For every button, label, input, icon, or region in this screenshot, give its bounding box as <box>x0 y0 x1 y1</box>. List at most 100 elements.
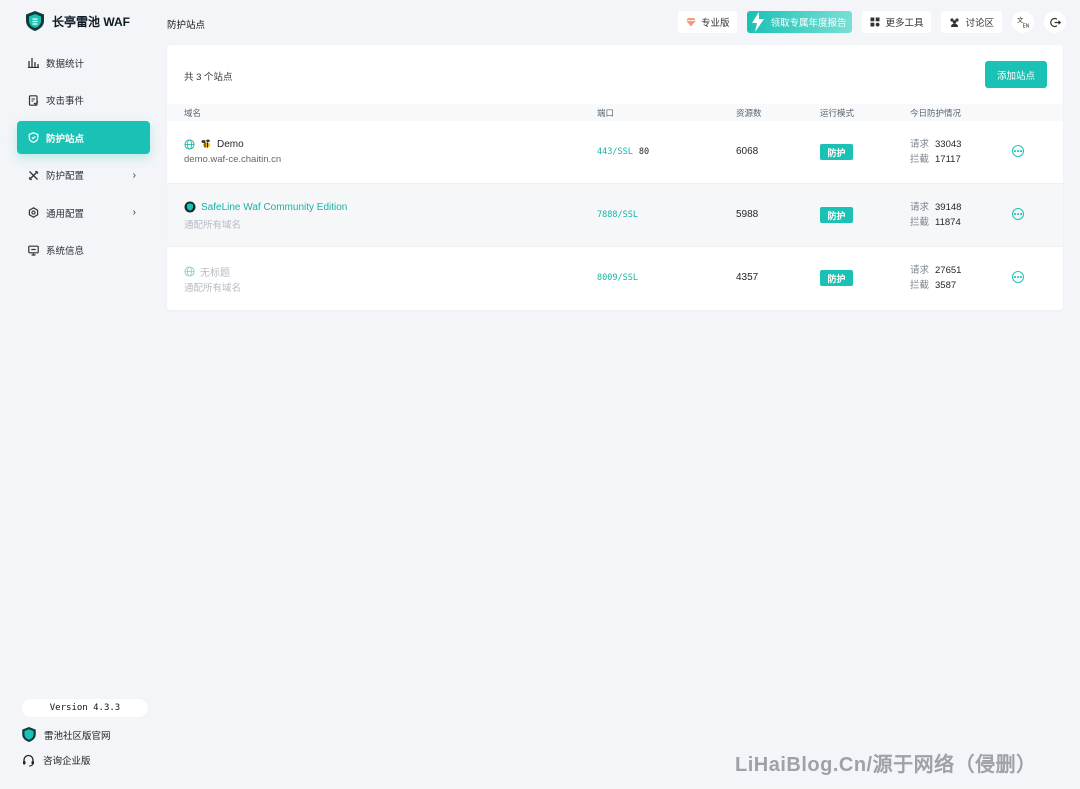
shield-icon <box>27 132 39 144</box>
annual-report-label: 领取专属年度报告 <box>770 18 847 29</box>
page-title: 防护站点 <box>167 20 206 31</box>
community-site-label: 雷池社区版官网 <box>44 730 111 742</box>
sidebar-item-stats[interactable]: 数据统计 <box>17 46 150 79</box>
site-name: Demo <box>184 138 244 150</box>
sidebar: 长亭雷池 WAF 数据统计 攻击事件 防护站点 防护配置 › 通用配置 › 系统… <box>0 0 166 789</box>
logout-icon <box>1049 17 1061 27</box>
site-ports: 7888/SSL <box>597 210 638 220</box>
sidebar-item-general-config[interactable]: 通用配置 › <box>17 196 150 229</box>
site-ports: 8009/SSL <box>597 273 638 283</box>
ssl-port: 7888/SSL <box>597 210 638 220</box>
globe-icon <box>184 138 195 150</box>
sidebar-item-label: 防护配置 <box>46 171 85 182</box>
resource-count: 4357 <box>736 272 759 283</box>
site-domain: demo.waf-ce.chaitin.cn <box>184 154 282 165</box>
safeline-logo-icon <box>22 727 36 742</box>
more-options-icon[interactable] <box>1012 208 1024 220</box>
blocked-label: 拦截 <box>910 216 930 228</box>
enterprise-consult-label: 咨询企业版 <box>43 756 91 767</box>
brand[interactable]: 长亭雷池 WAF <box>26 11 130 31</box>
plain-port: 80 <box>638 147 650 157</box>
chevron-right-icon: › <box>132 207 136 218</box>
sidebar-item-attacks[interactable]: 攻击事件 <box>17 84 150 117</box>
table-row[interactable]: Demo demo.waf-ce.chaitin.cn 443/SSL 80 60… <box>167 121 1063 184</box>
more-options-icon[interactable] <box>1012 271 1024 283</box>
table-row[interactable]: SafeLine Waf Community Edition 通配所有域名 78… <box>167 184 1063 247</box>
community-icon <box>950 18 960 27</box>
gear-icon <box>27 207 39 219</box>
blocked-value: 11874 <box>935 216 961 228</box>
pro-edition-button[interactable]: 专业版 <box>677 11 738 33</box>
requests-label: 请求 <box>910 202 930 213</box>
add-site-button[interactable]: 添加站点 <box>985 61 1047 88</box>
requests-value: 33043 <box>935 139 962 150</box>
sidebar-item-label: 系统信息 <box>46 246 85 257</box>
safeline-logo-icon <box>184 201 196 213</box>
annual-report-button[interactable]: 领取专属年度报告 <box>747 11 853 33</box>
brand-name: 长亭雷池 WAF <box>52 14 130 29</box>
enterprise-consult-link[interactable]: 咨询企业版 <box>22 753 91 767</box>
ssl-port: 8009/SSL <box>597 273 638 283</box>
requests-value: 39148 <box>935 202 962 213</box>
site-ports: 443/SSL 80 <box>597 147 649 157</box>
blocked-label: 拦截 <box>910 279 930 291</box>
sites-card: 共 3 个站点 添加站点 域名 端口 资源数 运行模式 今日防护情况 Demo … <box>167 45 1063 310</box>
document-check-icon <box>27 94 39 106</box>
translate-icon: 文EN <box>1017 16 1029 28</box>
logout-button[interactable] <box>1044 11 1066 33</box>
more-tools-button[interactable]: 更多工具 <box>862 11 932 33</box>
column-mode: 运行模式 <box>820 108 855 118</box>
sidebar-item-label: 防护站点 <box>46 133 85 145</box>
forum-label: 讨论区 <box>965 18 994 29</box>
forum-button[interactable]: 讨论区 <box>941 11 1002 33</box>
bee-icon <box>201 139 210 148</box>
bar-chart-icon <box>27 57 39 69</box>
ssl-port: 443/SSL <box>597 147 633 157</box>
table-row[interactable]: 无标题 通配所有域名 8009/SSL 4357 防护 请求 27651 拦截 35… <box>167 247 1063 310</box>
version-badge: Version 4.3.3 <box>22 699 148 717</box>
resource-count: 6068 <box>736 146 759 157</box>
watermark-text: LiHaiBlog.Cn/源于网络（侵删） <box>735 754 1037 776</box>
grid-icon <box>870 17 880 27</box>
headset-icon <box>23 754 34 767</box>
table-header: 域名 端口 资源数 运行模式 今日防护情况 <box>167 104 1063 121</box>
today-stats: 请求 39148 拦截 11874 <box>910 201 961 230</box>
site-name: 无标题 <box>184 264 230 279</box>
site-domain: 通配所有域名 <box>184 220 242 231</box>
diamond-icon <box>685 18 696 27</box>
column-resources: 资源数 <box>736 108 762 118</box>
requests-label: 请求 <box>910 265 930 276</box>
sidebar-item-label: 数据统计 <box>46 58 85 70</box>
site-name: SafeLine Waf Community Edition <box>184 201 347 213</box>
safeline-logo-icon <box>26 11 44 31</box>
site-count: 共 3 个站点 <box>184 72 233 83</box>
requests-value: 27651 <box>935 265 962 276</box>
site-title: SafeLine Waf Community Edition <box>201 201 348 213</box>
more-options-icon[interactable] <box>1012 145 1024 157</box>
sidebar-item-system-info[interactable]: 系统信息 <box>17 234 150 267</box>
resource-count: 5988 <box>736 209 759 220</box>
blocked-label: 拦截 <box>910 153 930 165</box>
language-switch-button[interactable]: 文 EN <box>1012 11 1034 33</box>
requests-label: 请求 <box>910 139 930 150</box>
site-title: Demo <box>217 138 244 150</box>
pro-edition-label: 专业版 <box>700 18 730 29</box>
today-stats: 请求 27651 拦截 3587 <box>910 264 961 293</box>
community-site-link[interactable]: 雷池社区版官网 <box>22 727 111 742</box>
sidebar-nav: 数据统计 攻击事件 防护站点 防护配置 › 通用配置 › 系统信息 <box>17 46 150 271</box>
top-actions: 专业版 领取专属年度报告 更多工具 讨论区 文 EN <box>677 11 1066 33</box>
tools-icon <box>27 169 39 181</box>
today-stats: 请求 33043 拦截 17117 <box>910 138 961 167</box>
column-domain: 域名 <box>184 108 202 118</box>
sidebar-item-label: 通用配置 <box>46 208 85 220</box>
sidebar-item-label: 攻击事件 <box>46 96 85 107</box>
blocked-value: 17117 <box>935 153 961 165</box>
sidebar-item-sites[interactable]: 防护站点 <box>17 121 150 154</box>
more-tools-label: 更多工具 <box>885 18 924 29</box>
chevron-right-icon: › <box>132 169 136 181</box>
mode-badge: 防护 <box>820 207 853 223</box>
site-title: 无标题 <box>200 268 230 279</box>
column-port: 端口 <box>597 108 615 118</box>
column-today: 今日防护情况 <box>910 108 962 118</box>
sidebar-item-protection-config[interactable]: 防护配置 › <box>17 159 150 192</box>
